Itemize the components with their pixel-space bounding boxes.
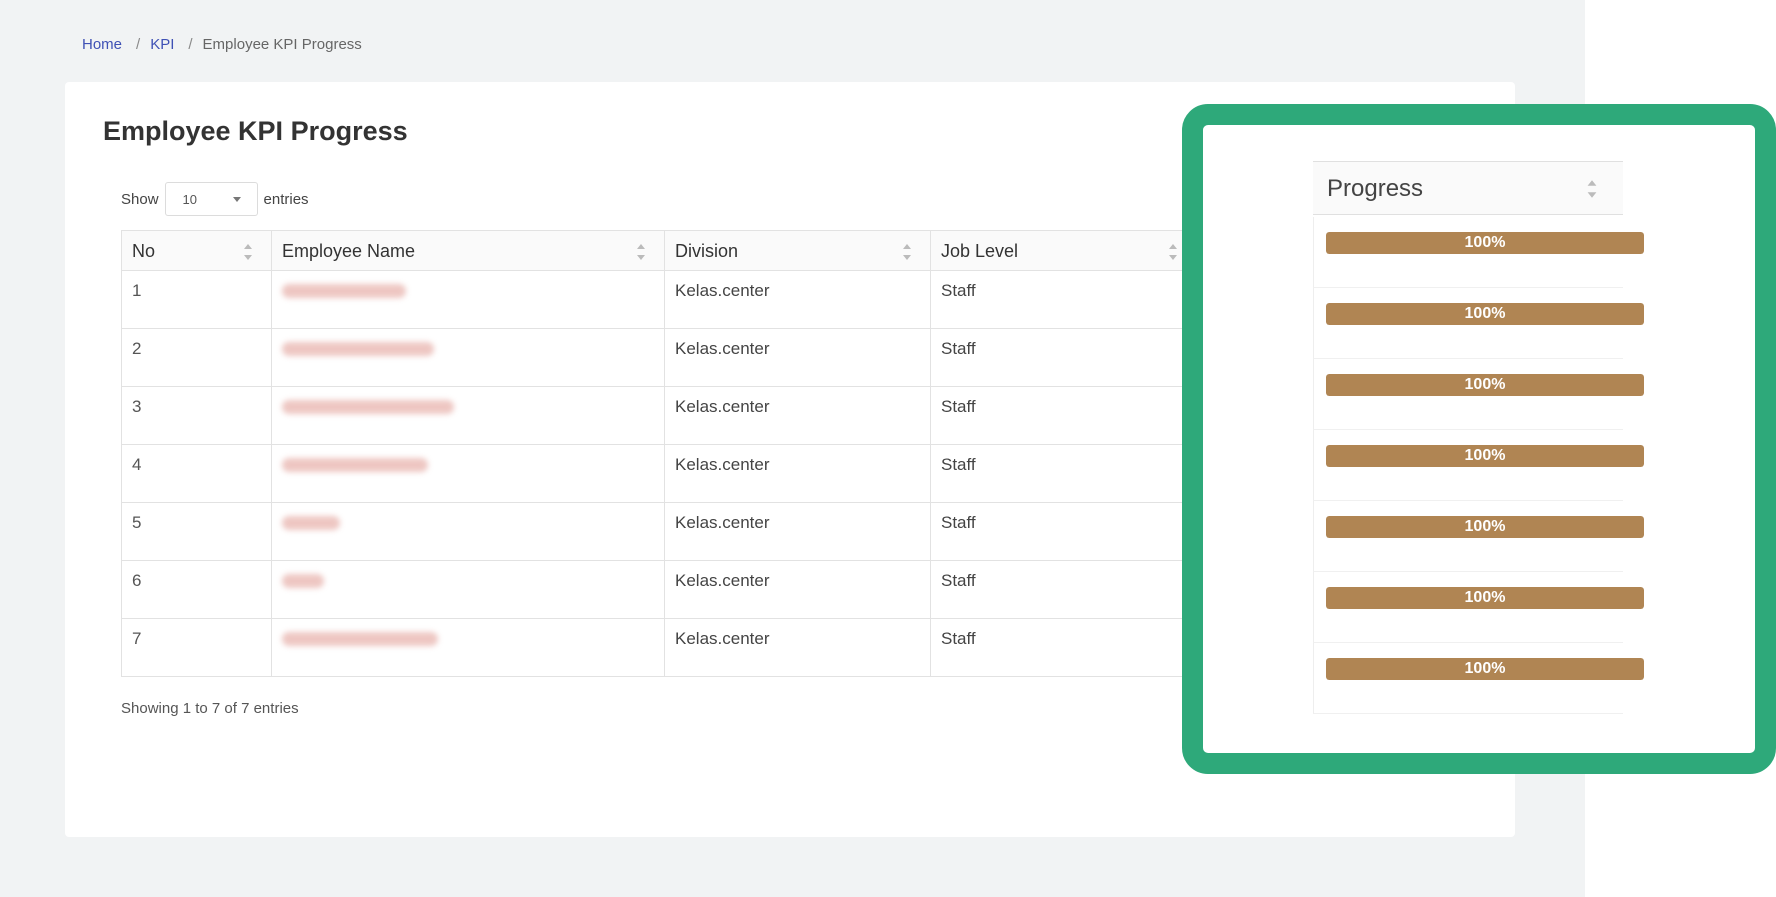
progress-bar: 100%	[1326, 232, 1644, 254]
table-row: 3 Kelas.center Staff	[121, 386, 1197, 445]
progress-cell: 100%	[1313, 572, 1644, 643]
progress-cell: 100%	[1313, 359, 1644, 430]
cell-job-level: Staff	[930, 502, 1197, 561]
progress-bar: 100%	[1326, 587, 1644, 609]
column-header-division[interactable]: Division	[664, 230, 931, 271]
cell-no: 1	[121, 270, 272, 329]
redacted-name	[282, 342, 434, 356]
cell-no: 6	[121, 560, 272, 619]
column-header-label: No	[132, 241, 156, 261]
cell-job-level: Staff	[930, 386, 1197, 445]
table-info: Showing 1 to 7 of 7 entries	[121, 700, 299, 717]
show-label: Show	[121, 190, 159, 208]
cell-employee-name	[271, 502, 665, 561]
cell-no: 5	[121, 502, 272, 561]
sort-icon	[243, 243, 253, 261]
page-title: Employee KPI Progress	[103, 116, 408, 146]
table-row: 5 Kelas.center Staff	[121, 502, 1197, 561]
column-header-job-level[interactable]: Job Level	[930, 230, 1197, 271]
table-row: 2 Kelas.center Staff	[121, 328, 1197, 387]
cell-job-level: Staff	[930, 444, 1197, 503]
column-header-no[interactable]: No	[121, 230, 272, 271]
breadcrumb: Home / KPI / Employee KPI Progress	[82, 36, 362, 53]
employee-kpi-table: No Employee Name Division Job Level 1 Ke…	[121, 230, 1197, 677]
breadcrumb-separator: /	[136, 36, 141, 53]
cell-employee-name	[271, 444, 665, 503]
redacted-name	[282, 632, 438, 646]
table-header-row: No Employee Name Division Job Level	[121, 230, 1197, 271]
progress-bar-fill: 100%	[1326, 374, 1644, 396]
caret-down-icon	[232, 196, 241, 202]
cell-job-level: Staff	[930, 270, 1197, 329]
sort-icon	[1168, 243, 1178, 261]
sort-icon	[1587, 179, 1598, 199]
entries-select-value: 10	[182, 191, 197, 207]
table-row: 4 Kelas.center Staff	[121, 444, 1197, 503]
table-row: 7 Kelas.center Staff	[121, 618, 1197, 677]
cell-employee-name	[271, 270, 665, 329]
cell-division: Kelas.center	[664, 502, 931, 561]
redacted-name	[282, 574, 324, 588]
cell-division: Kelas.center	[664, 444, 931, 503]
progress-cell: 100%	[1313, 288, 1644, 359]
cell-job-level: Staff	[930, 618, 1197, 677]
progress-bar: 100%	[1326, 658, 1644, 680]
column-header-label: Division	[675, 241, 739, 261]
progress-bar-fill: 100%	[1326, 303, 1644, 325]
cell-no: 3	[121, 386, 272, 445]
table-row: 1 Kelas.center Staff	[121, 270, 1197, 329]
column-header-progress[interactable]: Progress	[1313, 161, 1623, 215]
progress-bar-fill: 100%	[1326, 516, 1644, 538]
cell-no: 2	[121, 328, 272, 387]
breadcrumb-separator: /	[188, 36, 193, 53]
sort-icon	[902, 243, 912, 261]
progress-bar: 100%	[1326, 374, 1644, 396]
progress-cell: 100%	[1313, 430, 1644, 501]
redacted-name	[282, 284, 406, 298]
entries-select[interactable]: 10	[164, 182, 258, 216]
progress-cell: 100%	[1313, 217, 1644, 288]
progress-bar: 100%	[1326, 516, 1644, 538]
progress-bar-fill: 100%	[1326, 232, 1644, 254]
cell-division: Kelas.center	[664, 328, 931, 387]
cell-division: Kelas.center	[664, 386, 931, 445]
progress-column: Progress 100% 100% 100% 100% 100% 100% 100%	[1313, 161, 1644, 714]
cell-no: 4	[121, 444, 272, 503]
sort-icon	[636, 243, 646, 261]
progress-cell: 100%	[1313, 501, 1644, 572]
cell-employee-name	[271, 618, 665, 677]
cell-job-level: Staff	[930, 560, 1197, 619]
table-row: 6 Kelas.center Staff	[121, 560, 1197, 619]
progress-highlight-callout: Progress 100% 100% 100% 100% 100% 100% 100%	[1182, 104, 1776, 774]
redacted-name	[282, 516, 340, 530]
column-header-label: Job Level	[941, 241, 1019, 261]
cell-employee-name	[271, 386, 665, 445]
column-header-employee-name[interactable]: Employee Name	[271, 230, 665, 271]
entries-length-control: Show 10 entries	[121, 182, 309, 216]
redacted-name	[282, 458, 428, 472]
cell-no: 7	[121, 618, 272, 677]
cell-job-level: Staff	[930, 328, 1197, 387]
progress-bar-fill: 100%	[1326, 587, 1644, 609]
entries-label: entries	[263, 190, 309, 208]
progress-cell: 100%	[1313, 643, 1644, 714]
progress-bar: 100%	[1326, 445, 1644, 467]
cell-division: Kelas.center	[664, 270, 931, 329]
cell-division: Kelas.center	[664, 618, 931, 677]
cell-employee-name	[271, 560, 665, 619]
breadcrumb-kpi[interactable]: KPI	[150, 36, 174, 53]
breadcrumb-home[interactable]: Home	[82, 36, 122, 53]
breadcrumb-current: Employee KPI Progress	[202, 36, 362, 53]
column-header-label: Employee Name	[282, 241, 416, 261]
progress-bar-fill: 100%	[1326, 658, 1644, 680]
redacted-name	[282, 400, 454, 414]
cell-division: Kelas.center	[664, 560, 931, 619]
cell-employee-name	[271, 328, 665, 387]
column-header-label: Progress	[1327, 175, 1424, 202]
progress-bar: 100%	[1326, 303, 1644, 325]
progress-cells: 100% 100% 100% 100% 100% 100% 100%	[1313, 217, 1644, 714]
progress-bar-fill: 100%	[1326, 445, 1644, 467]
